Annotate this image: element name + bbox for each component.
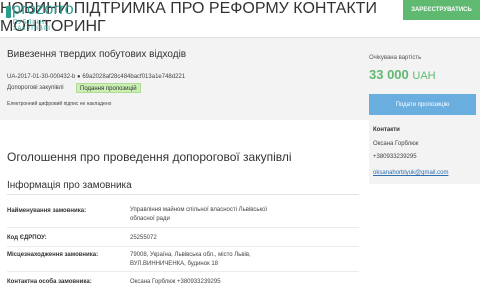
notice-title: Оголошення про проведення допорогової за… [7,150,292,164]
logo-text: prozorro [12,1,74,18]
contact-name: Оксана Горблюк [373,141,419,147]
contacts-title: Контакти [373,127,400,133]
contact-email-link[interactable]: oksanahorblyuk@gmail.com [373,170,448,176]
tender-id: UA-2017-01-30-000432-b ● 69a2028af28c484… [7,74,186,80]
expected-value-currency: UAH [412,70,436,82]
edrpou-value: 25255072 [130,235,157,241]
customer-name-value: Управління майном спільної власності Льв… [130,207,268,222]
row-divider [7,271,359,272]
logo-mark-icon [6,6,11,18]
row-divider [7,227,359,228]
customer-name-label: Найменування замовника: [7,208,87,214]
nav-about-reform[interactable]: ПРО РЕФОРМУ [170,0,289,17]
edrpou-label: Код ЄДРПОУ: [7,235,47,241]
tender-title: Вивезення твердих побутових відходів [7,49,187,60]
logo-subtitle: ПУБЛІЧНІ ЗАКУПІВЛІ [13,20,51,32]
procurement-type: Допорогові закупівлі [7,85,64,91]
expected-value: 33 000 UAH [369,67,436,82]
contact-phone: +380933239295 [373,154,417,160]
register-button[interactable]: ЗАРЕЄСТРУВАТИСЬ [403,0,480,20]
contact-person-label: Контактна особа замовника: [7,279,92,285]
section-divider [7,194,359,195]
submit-proposal-button[interactable]: Подати пропозицію [369,94,476,115]
status-badge: Подання пропозицій [76,83,141,93]
expected-value-amount: 33 000 [369,67,409,82]
customer-location-value: 79008, Україна, Львівська обл., місто Ль… [130,252,251,267]
signature-note: Електронний цифровий підпис не накладено [7,101,112,107]
customer-info-heading: Інформація про замовника [7,180,132,191]
top-header: prozorro ПУБЛІЧНІ ЗАКУПІВЛІ НОВИНИ ПІДТР… [0,0,480,38]
contact-person-value: Оксана Горблюк +380933239295 [130,279,221,285]
customer-location-label: Місцезнаходження замовника: [7,252,99,258]
row-divider [7,246,359,247]
expected-value-label: Очікувана вартість [369,55,422,61]
prozorro-logo[interactable]: prozorro ПУБЛІЧНІ ЗАКУПІВЛІ [6,1,84,34]
nav-contacts[interactable]: КОНТАКТИ [293,0,377,17]
nav-support[interactable]: ПІДТРИМКА [74,0,166,17]
